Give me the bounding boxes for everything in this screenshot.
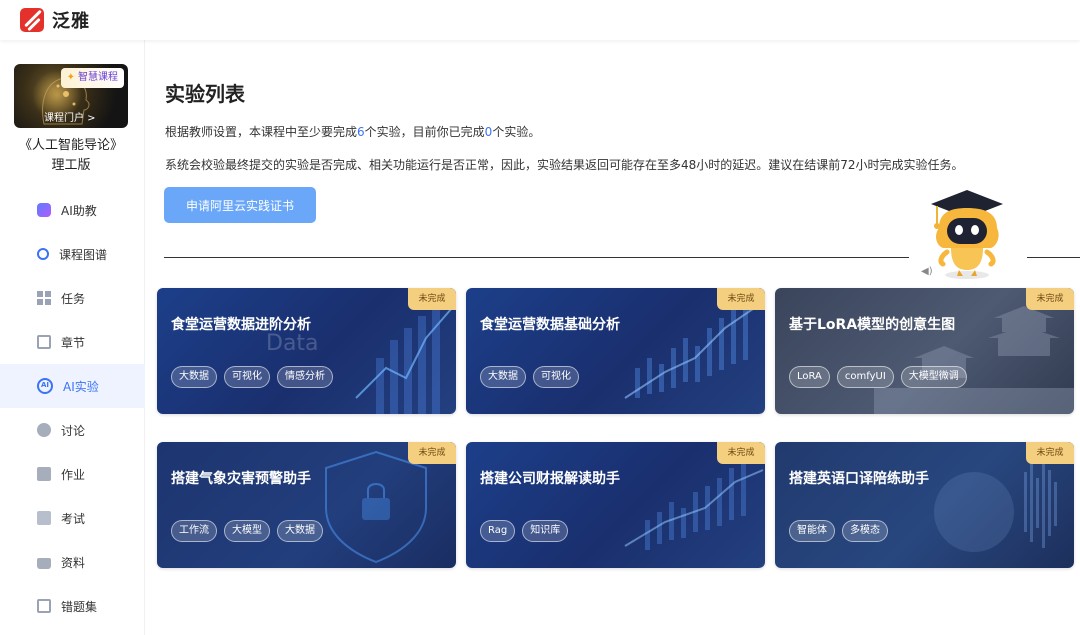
card-title: 基于LoRA模型的创意生图: [789, 317, 956, 333]
sidebar-item-discussion[interactable]: 讨论: [0, 408, 145, 452]
requirement-text-post: 个实验。: [492, 125, 541, 139]
course-cover[interactable]: ✦ 智慧课程 课程门户 >: [14, 64, 128, 128]
experiment-card[interactable]: 未完成 搭建公司财报解读助手 Rag 知识库: [466, 442, 765, 568]
folder-icon: [37, 558, 51, 569]
tag-list: 智能体 多模态: [789, 520, 888, 542]
experiment-card[interactable]: 未完成 搭建气象灾害预警助手 工作流 大模型 大数据: [157, 442, 456, 568]
status-badge: 未完成: [408, 442, 456, 464]
tag-list: 工作流 大模型 大数据: [171, 520, 323, 542]
speaker-icon[interactable]: ◀): [921, 266, 933, 277]
tag-list: 大数据 可视化: [480, 366, 579, 388]
sidebar-item-label: 作业: [61, 467, 86, 482]
requirement-text-pre: 根据教师设置，本课程中至少要完成: [165, 125, 358, 139]
experiment-card[interactable]: 未完成 食堂运营数据基础分析 大数据 可视化: [466, 288, 765, 414]
tag-list: LoRA comfyUI 大模型微调: [789, 366, 967, 388]
status-badge: 未完成: [1026, 442, 1074, 464]
sidebar-item-label: AI助教: [61, 203, 97, 218]
experiment-card-grid: Data 未完成 食堂运营数据进阶分析 大数据 可视化 情感分析 未完成 食堂运…: [157, 288, 1080, 568]
sidebar-item-ai-assistant[interactable]: AI助教: [0, 188, 145, 232]
knowledge-graph-icon: [37, 248, 49, 260]
robot-mascot-icon[interactable]: [917, 178, 1017, 280]
sidebar-item-materials[interactable]: 资料: [0, 540, 145, 584]
sidebar-item-knowledge-graph[interactable]: 课程图谱: [0, 232, 145, 276]
tag: 可视化: [533, 366, 579, 388]
status-badge: 未完成: [717, 442, 765, 464]
card-title: 食堂运营数据进阶分析: [171, 317, 311, 333]
requirement-text-mid: 个实验，目前你已完成: [364, 125, 485, 139]
sidebar-nav: AI助教 课程图谱 任务 章节 AI AI实验 讨论 作业 考试 资料 错题集: [0, 188, 145, 628]
pen-icon: [37, 467, 51, 481]
sidebar-item-mistakes[interactable]: 错题集: [0, 584, 145, 628]
experiment-card[interactable]: 未完成 基于LoRA模型的创意生图 LoRA comfyUI 大模型微调: [775, 288, 1074, 414]
status-badge: 未完成: [1026, 288, 1074, 310]
chat-icon: [37, 423, 51, 437]
sidebar: ✦ 智慧课程 课程门户 > 《人工智能导论》 理工版 AI助教 课程图谱 任务 …: [0, 40, 145, 635]
sidebar-item-label: 章节: [61, 335, 86, 350]
grid-icon: [37, 291, 51, 305]
tag: 大模型: [224, 520, 270, 542]
tag: comfyUI: [836, 366, 894, 388]
required-count: 6: [357, 125, 365, 139]
sidebar-item-chapters[interactable]: 章节: [0, 320, 145, 364]
sidebar-item-label: 资料: [61, 555, 86, 570]
ai-lab-icon: AI: [37, 378, 53, 394]
main-content: 实验列表 根据教师设置，本课程中至少要完成6个实验，目前你已完成0个实验。 系统…: [145, 40, 1080, 635]
sidebar-item-label: 错题集: [61, 599, 98, 614]
experiment-card[interactable]: Data 未完成 食堂运营数据进阶分析 大数据 可视化 情感分析: [157, 288, 456, 414]
validation-notice-text: 系统会校验最终提交的实验是否完成、相关功能运行是否正常，因此，实验结果返回可能存…: [165, 158, 964, 172]
course-title-line1: 《人工智能导论》: [18, 138, 123, 153]
divider: [1027, 257, 1080, 258]
sidebar-item-homework[interactable]: 作业: [0, 452, 145, 496]
sidebar-item-label: 课程图谱: [59, 247, 108, 262]
app-name[interactable]: 泛雅: [52, 7, 90, 33]
sidebar-item-exam[interactable]: 考试: [0, 496, 145, 540]
exam-icon: [37, 511, 51, 525]
tag: LoRA: [789, 366, 830, 388]
card-title: 搭建气象灾害预警助手: [171, 471, 311, 487]
card-title: 搭建公司财报解读助手: [480, 471, 620, 487]
tag: 工作流: [171, 520, 217, 542]
sparkle-icon: ✦: [66, 72, 75, 83]
svg-text:Data: Data: [266, 331, 319, 356]
tag: 大数据: [480, 366, 526, 388]
tag: 可视化: [224, 366, 270, 388]
tag-list: Rag 知识库: [480, 520, 569, 542]
sidebar-item-label: 任务: [61, 291, 86, 306]
sidebar-item-label: 讨论: [61, 423, 86, 438]
fanya-logo-icon[interactable]: [20, 8, 44, 32]
sidebar-item-ai-lab[interactable]: AI AI实验: [0, 364, 145, 408]
divider: [164, 257, 909, 258]
tag: 多模态: [842, 520, 888, 542]
course-title-line2: 理工版: [51, 158, 91, 173]
top-bar: 泛雅: [0, 0, 1080, 40]
apply-certificate-button[interactable]: 申请阿里云实践证书: [164, 187, 316, 223]
card-title: 搭建英语口译陪练助手: [789, 471, 929, 487]
tag: 大数据: [277, 520, 323, 542]
tag: Rag: [480, 520, 516, 542]
sidebar-item-label: 考试: [61, 511, 86, 526]
tag: 智能体: [789, 520, 835, 542]
status-badge: 未完成: [717, 288, 765, 310]
tag: 知识库: [522, 520, 569, 542]
course-portal-link[interactable]: 课程门户 >: [44, 109, 96, 124]
ai-assistant-icon: [37, 203, 51, 217]
tag: 大数据: [171, 366, 217, 388]
book-icon: [37, 335, 51, 349]
status-badge: 未完成: [408, 288, 456, 310]
tag-list: 大数据 可视化 情感分析: [171, 366, 333, 388]
tag: 大模型微调: [900, 366, 967, 388]
mistakes-icon: [37, 599, 51, 613]
tag: 情感分析: [277, 366, 333, 388]
smart-course-badge: ✦ 智慧课程: [60, 68, 124, 88]
experiment-card[interactable]: 未完成 搭建英语口译陪练助手 智能体 多模态: [775, 442, 1074, 568]
course-title: 《人工智能导论》 理工版: [0, 136, 142, 176]
sidebar-item-tasks[interactable]: 任务: [0, 276, 145, 320]
sidebar-item-label: AI实验: [63, 379, 99, 394]
page-title: 实验列表: [165, 82, 245, 106]
card-title: 食堂运营数据基础分析: [480, 317, 620, 333]
smart-course-badge-label: 智慧课程: [78, 72, 118, 83]
completion-requirement-text: 根据教师设置，本课程中至少要完成6个实验，目前你已完成0个实验。: [165, 123, 540, 140]
